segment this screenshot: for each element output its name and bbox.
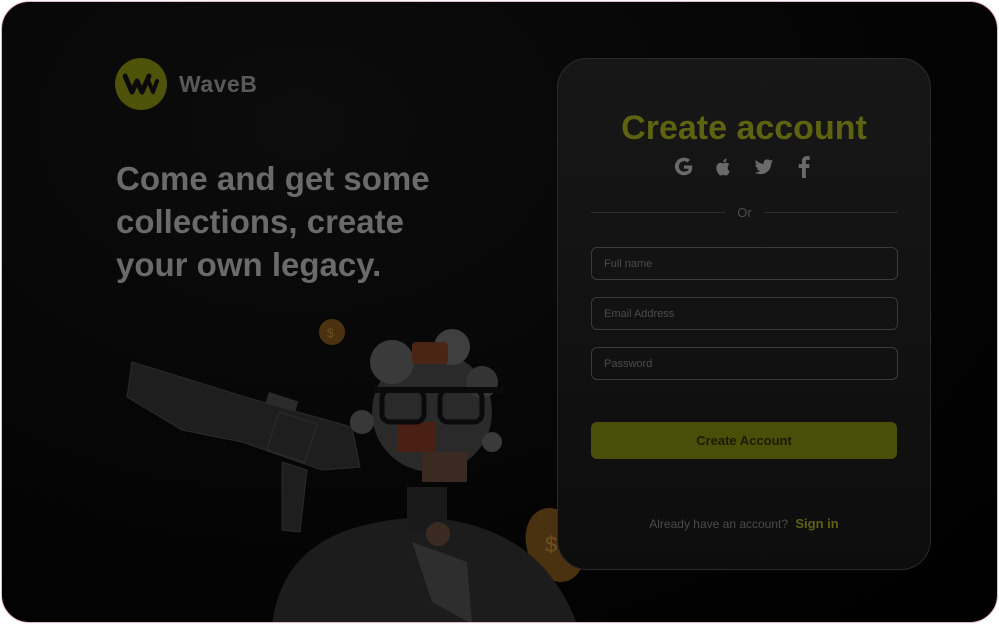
password-field xyxy=(591,347,898,380)
twitter-icon[interactable] xyxy=(752,155,776,179)
create-account-button[interactable]: Create Account xyxy=(591,422,897,459)
divider-text: Or xyxy=(737,205,752,220)
divider-line xyxy=(763,212,899,213)
email-input[interactable] xyxy=(592,298,897,329)
divider-line xyxy=(591,212,726,213)
password-input[interactable] xyxy=(592,348,897,379)
email-field xyxy=(591,297,898,330)
signin-link[interactable]: Sign in xyxy=(795,516,838,531)
brand-name: WaveB xyxy=(179,70,258,97)
apple-icon[interactable] xyxy=(712,155,736,179)
wave-w-logo-icon xyxy=(115,58,167,110)
full-name-input[interactable] xyxy=(592,248,897,279)
signup-card: Create account Or Full name Email Addres… xyxy=(557,58,931,570)
brand-logo[interactable]: WaveB xyxy=(115,58,257,110)
svg-text:$: $ xyxy=(327,326,334,340)
social-login-row xyxy=(558,155,930,179)
robot-character-artwork-icon: $ $ xyxy=(126,319,585,622)
google-icon[interactable] xyxy=(672,155,696,179)
signin-prompt: Already have an account? xyxy=(649,517,789,531)
hero-headline: Come and get some collections, create yo… xyxy=(116,157,516,286)
headline-line: your own legacy. xyxy=(116,246,382,283)
headline-line: Come and get some xyxy=(116,160,430,197)
signup-title: Create account xyxy=(621,109,867,147)
or-divider: Or xyxy=(591,205,899,220)
full-name-field xyxy=(591,247,898,280)
headline-line: collections, create xyxy=(116,203,404,240)
svg-text:$: $ xyxy=(545,532,557,557)
facebook-icon[interactable] xyxy=(792,155,816,179)
signin-row: Already have an account? Sign in xyxy=(558,516,930,531)
app-frame: WaveB Come and get some collections, cre… xyxy=(1,1,998,623)
